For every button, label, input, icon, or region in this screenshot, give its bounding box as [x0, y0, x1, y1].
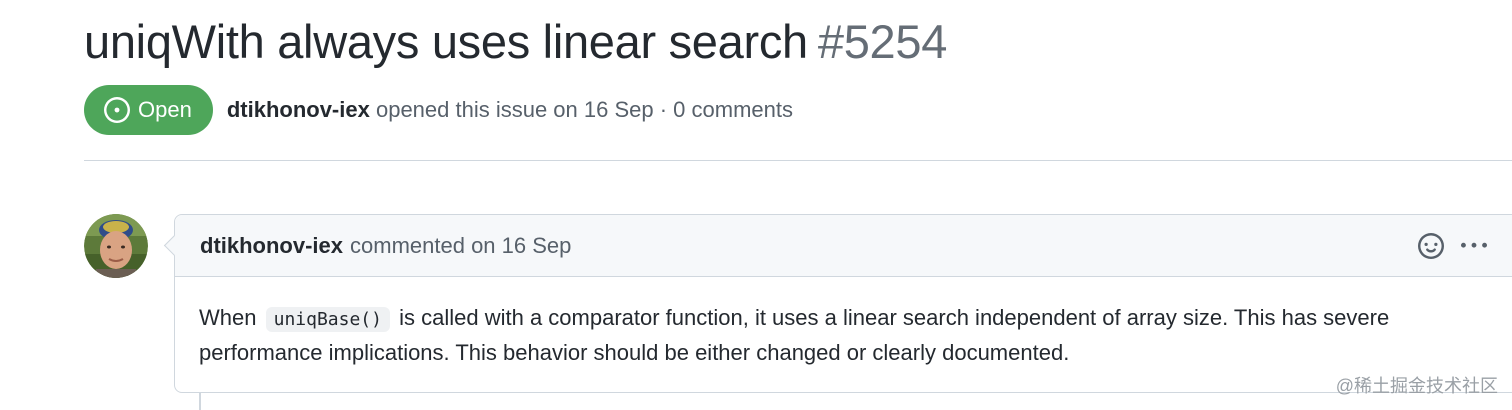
- comment-author-link[interactable]: dtikhonov-iex: [200, 233, 343, 259]
- state-badge: Open: [84, 85, 213, 135]
- comment-actions: [1402, 215, 1488, 277]
- issue-meta: dtikhonov-iex opened this issue on 16 Se…: [227, 97, 793, 123]
- comment-header: dtikhonov-iex commented on 16 Sep: [175, 215, 1512, 277]
- kebab-menu-icon: [1461, 242, 1487, 248]
- issue-header: uniqWith always uses linear search #5254: [84, 12, 947, 72]
- issue-title: uniqWith always uses linear search: [84, 15, 808, 68]
- comment-text-start: When: [199, 305, 257, 330]
- smiley-icon: [1418, 233, 1444, 259]
- header-divider: [84, 160, 1512, 161]
- watermark: @稀土掘金技术社区: [1335, 376, 1498, 396]
- issue-page: uniqWith always uses linear search #5254 …: [0, 0, 1512, 410]
- comment-body: When uniqBase() is called with a compara…: [175, 277, 1512, 369]
- comment-card: dtikhonov-iex commented on 16 Sep When u…: [174, 214, 1512, 393]
- comment-timestamp[interactable]: commented on 16 Sep: [350, 233, 571, 259]
- state-label: Open: [138, 97, 192, 122]
- add-reaction-button[interactable]: [1418, 233, 1444, 259]
- issue-opened-text: opened this issue on 16 Sep · 0 comments: [375, 97, 793, 122]
- comment-options-button[interactable]: [1460, 233, 1488, 259]
- timeline-connector: [199, 392, 201, 410]
- issue-opened-icon: [104, 97, 130, 123]
- issue-author-link[interactable]: dtikhonov-iex: [227, 97, 370, 122]
- issue-number: #5254: [817, 15, 948, 68]
- inline-code: uniqBase(): [265, 307, 390, 332]
- avatar[interactable]: [84, 214, 148, 278]
- issue-status-row: Open dtikhonov-iex opened this issue on …: [84, 84, 793, 136]
